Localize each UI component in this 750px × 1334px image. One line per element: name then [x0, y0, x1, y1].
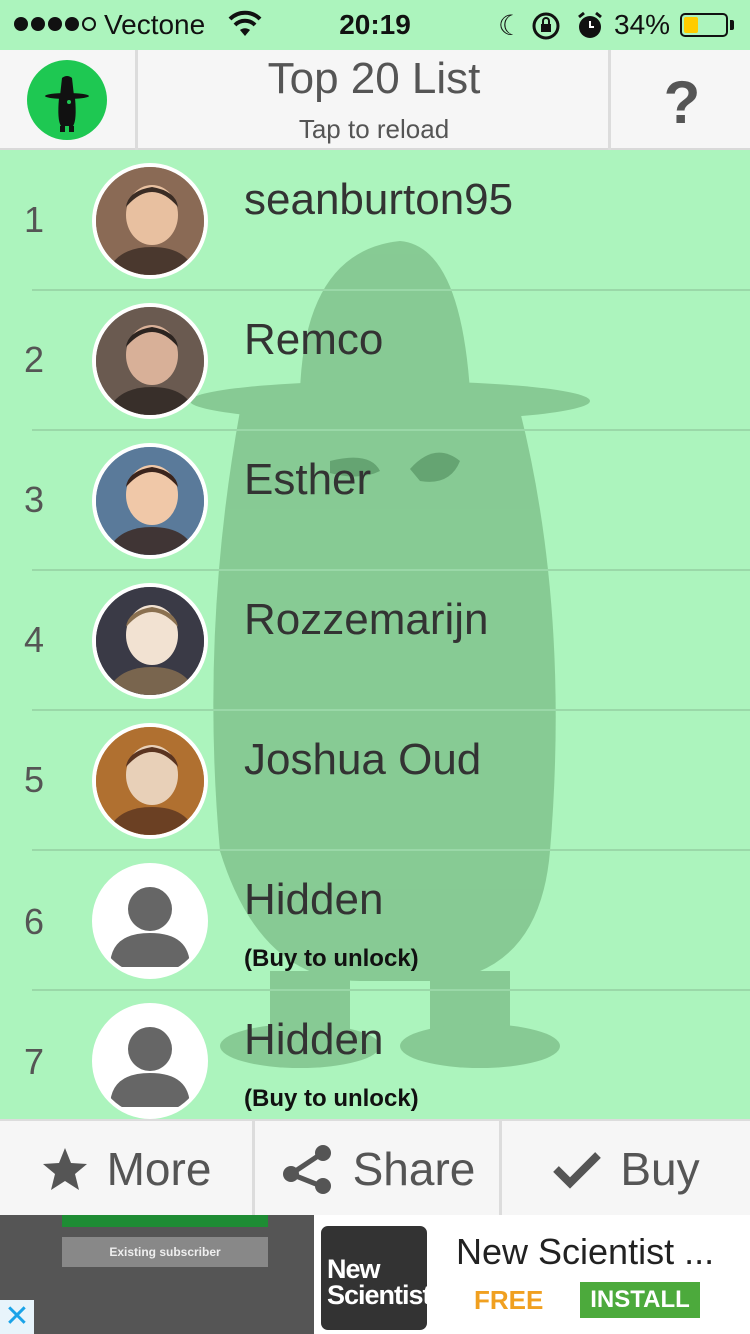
top-list[interactable]: 1 seanburton95 2 Remco 3 Esther 4 Rozzemarijn 5 J… — [0, 151, 750, 1119]
list-row[interactable]: 3 Esther — [0, 431, 750, 571]
alarm-icon — [578, 11, 602, 38]
moon-icon: ☾ — [498, 10, 524, 41]
rank-number: 7 — [24, 1041, 45, 1082]
more-button[interactable]: More — [0, 1121, 252, 1217]
username: Joshua Oud — [244, 735, 482, 784]
ad-price: FREE — [474, 1285, 544, 1315]
share-label: Share — [352, 1143, 476, 1195]
logo-line-1: New — [327, 1254, 381, 1284]
username: Hidden — [244, 875, 384, 924]
list-row[interactable]: 6 Hidden (Buy to unlock) — [0, 851, 750, 991]
avatar[interactable] — [92, 723, 208, 839]
spy-logo-icon — [27, 60, 107, 140]
header-bar: Top 20 List Tap to reload ? — [0, 50, 750, 150]
list-row[interactable]: 4 Rozzemarijn — [0, 571, 750, 711]
page-title[interactable]: Top 20 List — [140, 54, 608, 104]
logo-button[interactable] — [0, 50, 138, 150]
avatar[interactable] — [92, 163, 208, 279]
avatar[interactable] — [92, 583, 208, 699]
rank-number: 4 — [24, 619, 45, 660]
username: Esther — [244, 455, 372, 504]
reload-hint[interactable]: Tap to reload — [140, 114, 608, 145]
avatar[interactable] — [92, 303, 208, 419]
rotation-lock-icon — [532, 12, 560, 40]
status-bar: Vectone 20:19 ☾ 34% — [0, 0, 750, 50]
share-icon — [279, 1144, 335, 1194]
avatar-placeholder-icon[interactable] — [92, 1003, 208, 1119]
buy-label: Buy — [620, 1143, 700, 1195]
more-label: More — [106, 1143, 212, 1195]
rank-number: 1 — [24, 199, 45, 240]
unlock-note: (Buy to unlock) — [244, 945, 419, 972]
battery-percent: 34% — [614, 9, 671, 40]
username: Hidden — [244, 1015, 384, 1064]
share-button[interactable]: Share — [255, 1121, 499, 1217]
list-row[interactable]: 5 Joshua Oud — [0, 711, 750, 851]
ad-close-icon[interactable]: ✕ — [0, 1300, 34, 1334]
help-button[interactable]: ? — [608, 50, 750, 150]
battery-level-fill — [684, 17, 698, 33]
ad-title[interactable]: New Scientist ... — [456, 1231, 714, 1273]
install-button[interactable]: INSTALL — [580, 1282, 700, 1318]
battery-icon — [680, 13, 728, 37]
ad-preview-image: Existing subscriber — [0, 1215, 314, 1334]
bottom-toolbar: More Share Buy — [0, 1119, 750, 1217]
username: Remco — [244, 315, 384, 364]
ad-subscriber-label: Existing subscriber — [62, 1237, 268, 1267]
list-row[interactable]: 1 seanburton95 — [0, 151, 750, 291]
rank-number: 2 — [24, 339, 45, 380]
checkmark-icon — [552, 1149, 602, 1189]
rank-number: 6 — [24, 901, 45, 942]
list-row[interactable]: 7 Hidden (Buy to unlock) — [0, 991, 750, 1119]
help-icon: ? — [663, 69, 701, 136]
buy-button[interactable]: Buy — [502, 1121, 750, 1217]
rank-number: 3 — [24, 479, 45, 520]
avatar-placeholder-icon[interactable] — [92, 863, 208, 979]
ad-banner[interactable]: Existing subscriber ✕ New Scientist New … — [0, 1215, 750, 1334]
username: Rozzemarijn — [244, 595, 489, 644]
star-icon — [41, 1146, 89, 1192]
new-scientist-logo: New Scientist — [318, 1223, 432, 1333]
logo-line-2: Scientist — [327, 1280, 432, 1310]
ad-preview-bar — [62, 1215, 268, 1227]
battery-nub — [730, 20, 734, 30]
username: seanburton95 — [244, 175, 514, 224]
unlock-note: (Buy to unlock) — [244, 1085, 419, 1112]
rank-number: 5 — [24, 759, 45, 800]
avatar[interactable] — [92, 443, 208, 559]
list-row[interactable]: 2 Remco — [0, 291, 750, 431]
